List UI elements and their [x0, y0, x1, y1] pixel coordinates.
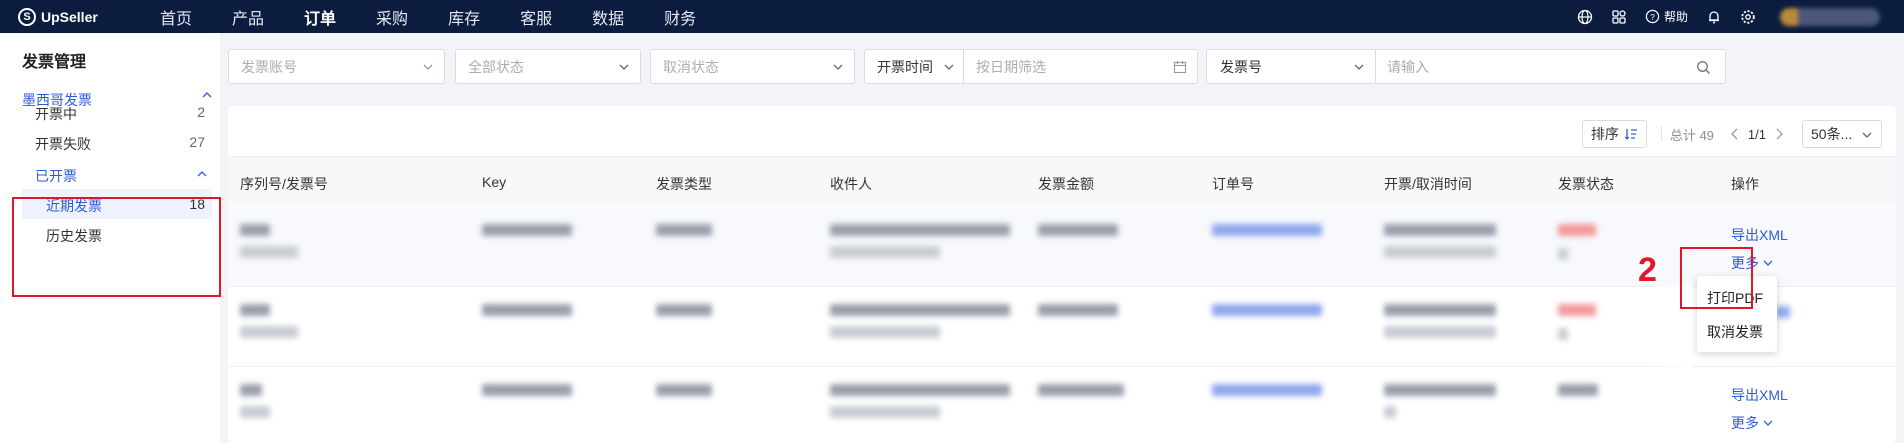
chevron-up-icon [202, 92, 212, 98]
status-placeholder: 全部状态 [468, 58, 524, 75]
annotation-box-1 [12, 197, 221, 297]
export-xml-link[interactable]: 导出XML [1731, 225, 1788, 245]
invoice-account-placeholder: 发票账号 [241, 58, 297, 75]
help-icon: ? [1645, 9, 1660, 24]
search-field-select[interactable]: 发票号 [1207, 50, 1375, 83]
chevron-up-icon [197, 171, 207, 177]
more-actions-button[interactable]: 更多 [1731, 413, 1773, 433]
nav-item-products[interactable]: 产品 [232, 5, 264, 29]
logo-icon: S [18, 7, 36, 26]
date-filter: 开票时间 按日期筛选 [864, 49, 1198, 84]
search-input[interactable]: 请输入 [1375, 50, 1725, 83]
page-size-value: 50条... [1811, 126, 1853, 142]
nav-item-service[interactable]: 客服 [520, 5, 552, 29]
column-header-status: 发票状态 [1558, 176, 1614, 192]
column-header-actions: 操作 [1731, 176, 1759, 192]
more-label: 更多 [1731, 415, 1759, 431]
search-group: 发票号 请输入 [1206, 49, 1726, 84]
annotation-label-2: 2 [1638, 251, 1657, 289]
column-header-order: 订单号 [1212, 176, 1254, 192]
sidebar-title: 发票管理 [22, 54, 87, 71]
nav-item-orders[interactable]: 订单 [304, 5, 336, 29]
status-select[interactable]: 全部状态 [455, 49, 641, 84]
pagination: 1/1 [1730, 127, 1784, 142]
sidebar-item-failed[interactable]: 开票失败 27 [35, 134, 205, 154]
sort-list-icon [1624, 129, 1637, 140]
search-icon[interactable] [1696, 60, 1711, 75]
column-header-time: 开票/取消时间 [1384, 176, 1472, 192]
apps-grid-icon[interactable] [1611, 9, 1627, 25]
sort-label: 排序 [1590, 126, 1619, 142]
chevron-down-icon [423, 64, 433, 70]
calendar-icon [1173, 61, 1187, 74]
column-header-type: 发票类型 [656, 176, 712, 192]
bell-icon[interactable] [1706, 9, 1722, 25]
chevron-down-icon [1354, 64, 1364, 70]
chevron-down-icon [619, 64, 629, 70]
top-nav: S UpSeller 首页 产品 订单 采购 库存 客服 数据 财务 ? 帮助 [0, 0, 1904, 33]
annotation-box-2 [1680, 247, 1753, 309]
column-header-serial: 序列号/发票号 [240, 176, 328, 192]
date-placeholder: 按日期筛选 [976, 58, 1046, 75]
svg-text:?: ? [1650, 12, 1655, 22]
sort-button[interactable]: 排序 [1581, 120, 1647, 148]
chevron-right-icon[interactable] [1774, 128, 1784, 140]
chevron-down-icon [1862, 132, 1872, 138]
user-avatar[interactable] [1780, 7, 1880, 26]
sidebar-item-count: 27 [189, 134, 205, 150]
logo-text: UpSeller [41, 8, 98, 25]
total-count: 总计 49 [1669, 127, 1714, 143]
nav-item-data[interactable]: 数据 [592, 5, 624, 29]
sidebar-item-issuing[interactable]: 开票中 2 [35, 104, 205, 124]
chevron-down-icon [944, 64, 954, 70]
nav-item-finance[interactable]: 财务 [664, 5, 696, 29]
table-header: 序列号/发票号 Key 发票类型 收件人 发票金额 订单号 开票/取消时间 发票… [228, 156, 1896, 206]
sidebar-group-issued[interactable]: 已开票 [35, 166, 207, 186]
chevron-down-icon [1763, 260, 1773, 266]
export-xml-link[interactable]: 导出XML [1731, 385, 1788, 405]
time-type-value: 开票时间 [877, 58, 933, 75]
nav-item-inventory[interactable]: 库存 [448, 5, 480, 29]
page-size-select[interactable]: 50条... [1802, 120, 1882, 148]
search-field-value: 发票号 [1220, 58, 1262, 75]
sidebar-group-label: 已开票 [35, 168, 77, 184]
gear-icon[interactable] [1740, 9, 1756, 25]
nav-item-purchase[interactable]: 采购 [376, 5, 408, 29]
cancel-status-select[interactable]: 取消状态 [650, 49, 855, 84]
page-indicator: 1/1 [1747, 126, 1766, 142]
chevron-down-icon [1763, 420, 1773, 426]
sidebar-item-count: 2 [197, 104, 205, 120]
help-label: 帮助 [1663, 10, 1688, 24]
invoice-account-select[interactable]: 发票账号 [228, 49, 445, 84]
sidebar-item-label: 开票失败 [35, 136, 91, 152]
column-header-key: Key [482, 174, 507, 190]
logo[interactable]: S UpSeller [18, 7, 138, 26]
search-placeholder: 请输入 [1387, 58, 1429, 75]
nav-menu: 首页 产品 订单 采购 库存 客服 数据 财务 [160, 5, 736, 29]
help-link[interactable]: ? 帮助 [1645, 8, 1688, 25]
menu-item-cancel-invoice[interactable]: 取消发票 [1707, 322, 1763, 342]
time-type-select[interactable]: 开票时间 [865, 50, 963, 83]
nav-item-home[interactable]: 首页 [160, 5, 192, 29]
column-header-amount: 发票金额 [1038, 176, 1094, 192]
chevron-left-icon[interactable] [1730, 128, 1740, 140]
date-range-input[interactable]: 按日期筛选 [963, 50, 1197, 83]
chevron-down-icon [833, 64, 843, 70]
cancel-status-placeholder: 取消状态 [663, 58, 719, 75]
table-toolbar: 排序 总计 49 1/1 50条... [1581, 120, 1882, 148]
globe-icon[interactable] [1577, 9, 1593, 25]
sidebar-item-label: 开票中 [35, 106, 77, 122]
column-header-recipient: 收件人 [830, 176, 872, 192]
toolbar-divider [1660, 126, 1662, 142]
